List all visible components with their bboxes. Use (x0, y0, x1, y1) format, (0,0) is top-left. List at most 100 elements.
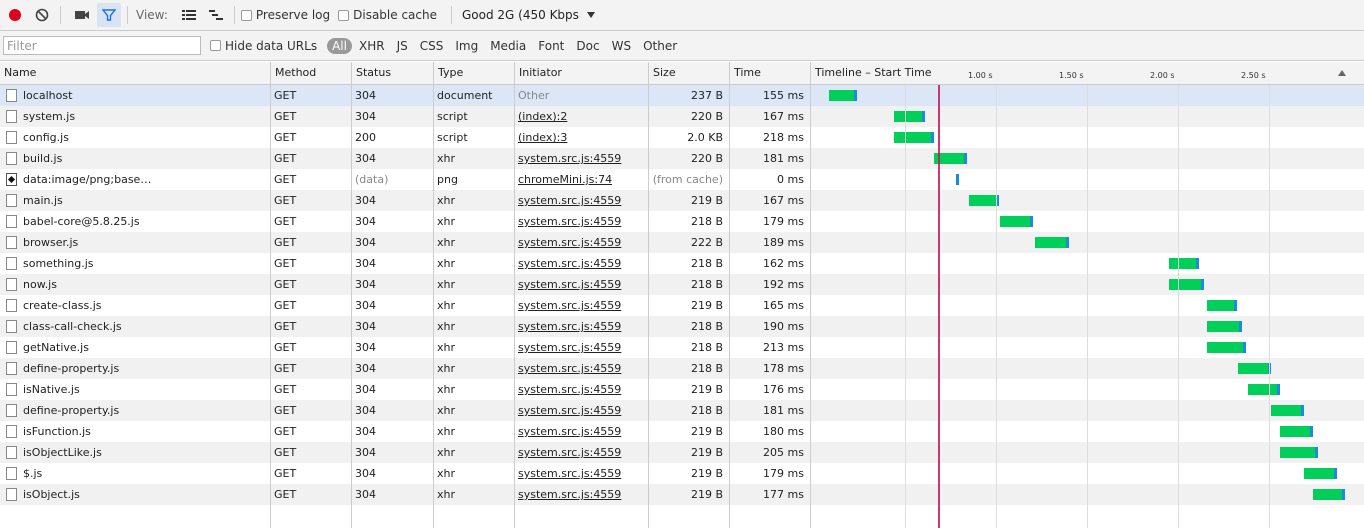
request-name[interactable]: $.js (0, 463, 270, 484)
large-rows-button[interactable] (177, 3, 201, 27)
table-row[interactable]: $.js GET 304 xhr system.src.js:4559 219 B 179 … (0, 463, 1364, 484)
request-initiator[interactable]: system.src.js:4559 (514, 463, 648, 484)
request-name[interactable]: define-property.js (0, 400, 270, 421)
timeline-bar[interactable] (934, 153, 968, 164)
request-name[interactable]: getNative.js (0, 337, 270, 358)
request-name[interactable]: isObjectLike.js (0, 442, 270, 463)
timeline-bar[interactable] (1313, 489, 1346, 500)
column-header-status[interactable]: Status (351, 62, 433, 85)
request-name[interactable]: isFunction.js (0, 421, 270, 442)
request-name[interactable]: system.js (0, 106, 270, 127)
request-initiator[interactable]: chromeMini.js:74 (514, 169, 648, 190)
request-initiator[interactable]: system.src.js:4559 (514, 379, 648, 400)
type-filter-ws[interactable]: WS (607, 38, 636, 54)
request-initiator[interactable]: system.src.js:4559 (514, 148, 648, 169)
column-header-time[interactable]: Time (729, 62, 810, 85)
table-row[interactable]: now.js GET 304 xhr system.src.js:4559 218 B 19… (0, 274, 1364, 295)
table-row[interactable]: getNative.js GET 304 xhr system.src.js:4559 2… (0, 337, 1364, 358)
request-initiator[interactable]: system.src.js:4559 (514, 358, 648, 379)
filter-toggle-button[interactable] (97, 3, 121, 27)
column-header-size[interactable]: Size (648, 62, 729, 85)
column-header-method[interactable]: Method (270, 62, 351, 85)
timeline-bar[interactable] (1303, 468, 1337, 479)
request-initiator[interactable]: system.src.js:4559 (514, 274, 648, 295)
timeline-bar[interactable] (1280, 447, 1318, 458)
table-row[interactable]: config.js GET 200 script (index):3 2.0 KB 218 … (0, 127, 1364, 148)
table-row[interactable]: isObjectLike.js GET 304 xhr system.src.js:45… (0, 442, 1364, 463)
request-initiator[interactable]: (index):2 (514, 106, 648, 127)
record-button[interactable] (3, 3, 27, 27)
column-header-type[interactable]: Type (433, 62, 514, 85)
request-initiator[interactable]: system.src.js:4559 (514, 421, 648, 442)
column-header-timeline[interactable]: Timeline – Start Time (810, 62, 1364, 85)
request-name[interactable]: localhost (0, 85, 270, 106)
table-row[interactable]: isObject.js GET 304 xhr system.src.js:4559 21… (0, 484, 1364, 505)
request-initiator[interactable]: system.src.js:4559 (514, 253, 648, 274)
request-initiator[interactable]: (index):3 (514, 127, 648, 148)
table-row[interactable]: main.js GET 304 xhr system.src.js:4559 219 B 1… (0, 190, 1364, 211)
filter-input[interactable] (3, 36, 201, 55)
table-row[interactable]: data:image/png;base… GET (data) png chromeMi… (0, 169, 1364, 190)
table-row[interactable]: define-property.js GET 304 xhr system.src.js… (0, 400, 1364, 421)
table-row[interactable]: localhost GET 304 document Other 237 B 155 ms (0, 85, 1364, 106)
throttling-select[interactable]: Good 2G (450 Kbps (458, 8, 595, 22)
request-name[interactable]: class-call-check.js (0, 316, 270, 337)
table-row[interactable]: browser.js GET 304 xhr system.src.js:4559 222… (0, 232, 1364, 253)
request-name[interactable]: now.js (0, 274, 270, 295)
type-filter-all[interactable]: All (327, 37, 352, 54)
type-filter-doc[interactable]: Doc (571, 38, 604, 54)
request-name[interactable]: isObject.js (0, 484, 270, 505)
table-row[interactable]: build.js GET 304 xhr system.src.js:4559 220 B… (0, 148, 1364, 169)
timeline-bar[interactable] (1207, 300, 1238, 311)
timeline-bar[interactable] (956, 174, 960, 185)
table-row[interactable]: class-call-check.js GET 304 xhr system.src.j… (0, 316, 1364, 337)
type-filter-font[interactable]: Font (533, 38, 569, 54)
column-header-initiator[interactable]: Initiator (514, 62, 648, 85)
type-filter-js[interactable]: JS (392, 38, 413, 54)
table-row[interactable]: isFunction.js GET 304 xhr system.src.js:4559… (0, 421, 1364, 442)
timeline-bar[interactable] (894, 132, 935, 143)
timeline-bar[interactable] (1034, 237, 1069, 248)
checkbox-box[interactable] (338, 9, 350, 21)
request-name[interactable]: babel-core@5.8.25.js (0, 211, 270, 232)
disable-cache-checkbox[interactable]: Disable cache (338, 8, 437, 22)
type-filter-img[interactable]: Img (450, 38, 483, 54)
timeline-bar[interactable] (828, 90, 858, 101)
request-initiator[interactable]: system.src.js:4559 (514, 484, 648, 505)
checkbox-box[interactable] (240, 9, 252, 21)
request-name[interactable]: data:image/png;base… (0, 169, 270, 190)
type-filter-other[interactable]: Other (638, 38, 682, 54)
timeline-bar[interactable] (1247, 384, 1280, 395)
column-header-name[interactable]: Name (0, 62, 270, 85)
request-initiator[interactable]: system.src.js:4559 (514, 316, 648, 337)
request-name[interactable]: main.js (0, 190, 270, 211)
request-initiator[interactable]: system.src.js:4559 (514, 400, 648, 421)
request-name[interactable]: create-class.js (0, 295, 270, 316)
timeline-bar[interactable] (1207, 321, 1243, 332)
request-initiator[interactable]: system.src.js:4559 (514, 190, 648, 211)
overview-button[interactable] (204, 3, 228, 27)
request-initiator[interactable]: system.src.js:4559 (514, 232, 648, 253)
request-name[interactable]: config.js (0, 127, 270, 148)
request-name[interactable]: build.js (0, 148, 270, 169)
table-row[interactable]: system.js GET 304 script (index):2 220 B 167 m… (0, 106, 1364, 127)
table-row[interactable]: something.js GET 304 xhr system.src.js:4559 2… (0, 253, 1364, 274)
table-row[interactable]: create-class.js GET 304 xhr system.src.js:45… (0, 295, 1364, 316)
request-initiator[interactable]: system.src.js:4559 (514, 295, 648, 316)
request-initiator[interactable]: system.src.js:4559 (514, 442, 648, 463)
capture-screenshots-button[interactable] (70, 3, 94, 27)
request-name[interactable]: isNative.js (0, 379, 270, 400)
request-name[interactable]: browser.js (0, 232, 270, 253)
timeline-bar[interactable] (1169, 279, 1205, 290)
timeline-bar[interactable] (1207, 342, 1247, 353)
type-filter-css[interactable]: CSS (415, 38, 449, 54)
type-filter-xhr[interactable]: XHR (354, 38, 390, 54)
timeline-bar[interactable] (1238, 363, 1271, 374)
table-row[interactable]: define-property.js GET 304 xhr system.src.js… (0, 358, 1364, 379)
timeline-bar[interactable] (969, 195, 1000, 206)
request-name[interactable]: something.js (0, 253, 270, 274)
request-initiator[interactable]: system.src.js:4559 (514, 337, 648, 358)
timeline-bar[interactable] (1000, 216, 1033, 227)
hide-data-urls-checkbox[interactable]: Hide data URLs (210, 39, 317, 53)
timeline-bar[interactable] (1271, 405, 1305, 416)
